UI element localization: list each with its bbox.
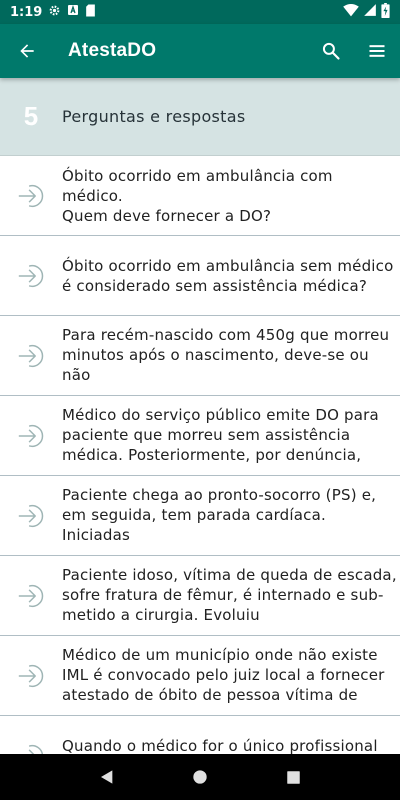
recents-square-icon xyxy=(287,770,300,784)
arrow-in-circle-icon xyxy=(0,741,62,754)
status-time: 1:19 xyxy=(10,4,43,20)
nav-home-button[interactable] xyxy=(180,757,220,797)
arrow-in-circle-icon xyxy=(0,501,62,531)
arrow-in-circle-icon xyxy=(0,261,62,291)
battery-icon xyxy=(381,2,390,22)
menu-icon xyxy=(369,45,385,57)
question-text: Médico do serviço público emite DO para … xyxy=(62,405,379,467)
questions-list[interactable]: Óbito ocorrido em ambulância com médico.… xyxy=(0,156,400,754)
arrow-in-circle-icon xyxy=(0,181,62,211)
app-bar: AtestaDO xyxy=(0,24,400,78)
menu-button[interactable] xyxy=(354,24,400,78)
question-text: Quando o médico for o único profissional… xyxy=(62,736,378,755)
question-list-item[interactable]: Paciente idoso, vítima de queda de escad… xyxy=(0,556,400,636)
a-box-icon xyxy=(67,4,79,20)
app-title: AtestaDO xyxy=(68,40,157,61)
arrow-in-circle-icon xyxy=(0,661,62,691)
search-icon xyxy=(322,42,340,60)
wifi-icon xyxy=(343,3,359,21)
section-title: Perguntas e respostas xyxy=(62,107,246,126)
arrow-in-circle-icon xyxy=(0,581,62,611)
arrow-in-circle-icon xyxy=(0,421,62,451)
navigation-bar xyxy=(0,754,400,800)
signal-icon xyxy=(363,3,377,21)
home-circle-icon xyxy=(193,770,207,784)
settings-icon xyxy=(48,4,61,21)
back-button[interactable] xyxy=(0,24,54,78)
question-list-item[interactable]: Óbito ocorrido em ambulância com médico.… xyxy=(0,156,400,236)
question-list-item[interactable]: Para recém-nascido com 450g que morreu m… xyxy=(0,316,400,396)
question-list-item[interactable]: Médico do serviço público emite DO para … xyxy=(0,396,400,476)
question-list-item[interactable]: Óbito ocorrido em ambulância sem médico … xyxy=(0,236,400,316)
section-header: 5 Perguntas e respostas xyxy=(0,78,400,156)
question-list-item[interactable]: Quando o médico for o único profissional… xyxy=(0,716,400,754)
back-triangle-icon xyxy=(100,770,112,784)
arrow-in-circle-icon xyxy=(0,341,62,371)
sd-card-icon xyxy=(85,4,96,21)
search-button[interactable] xyxy=(308,24,354,78)
question-list-item[interactable]: Médico de um município onde não existe I… xyxy=(0,636,400,716)
question-text: Paciente chega ao pronto-socorro (PS) e,… xyxy=(62,485,392,547)
status-right xyxy=(343,2,390,22)
question-text: Para recém-nascido com 450g que morreu m… xyxy=(62,325,390,387)
status-bar: 1:19 xyxy=(0,0,400,24)
question-text: Médico de um município onde não existe I… xyxy=(62,645,385,707)
question-text: Óbito ocorrido em ambulância com médico.… xyxy=(62,166,333,225)
question-text: Óbito ocorrido em ambulância sem médico … xyxy=(62,256,394,295)
app-bar-actions xyxy=(308,24,400,78)
question-text: Paciente idoso, vítima de queda de escad… xyxy=(62,565,397,627)
section-count-badge: 5 xyxy=(23,101,39,131)
status-left: 1:19 xyxy=(10,4,96,21)
back-arrow-icon xyxy=(20,44,34,58)
nav-recents-button[interactable] xyxy=(273,757,313,797)
nav-back-button[interactable] xyxy=(87,757,127,797)
question-list-item[interactable]: Paciente chega ao pronto-socorro (PS) e,… xyxy=(0,476,400,556)
